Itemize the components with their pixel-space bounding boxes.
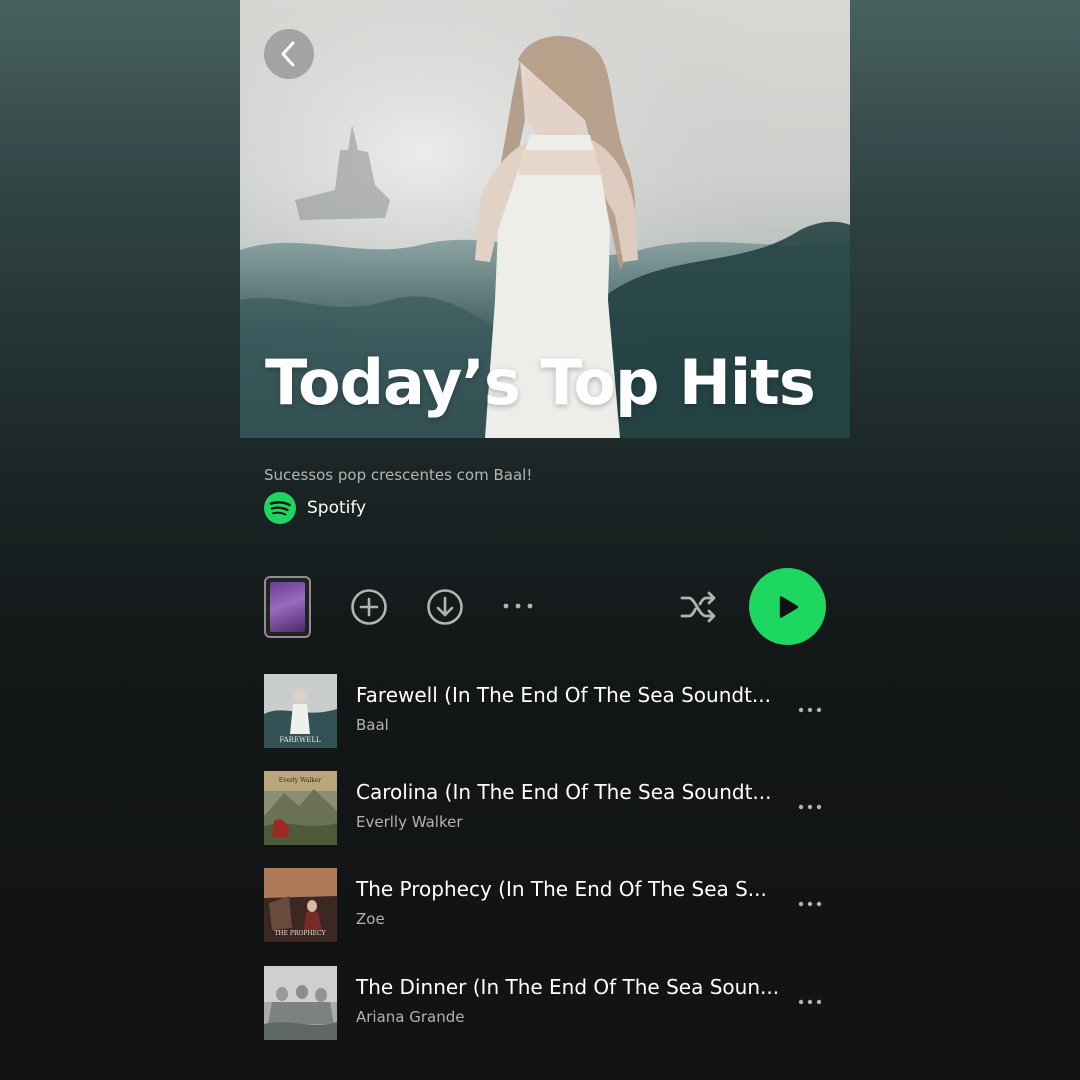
svg-text:THE PROPHECY: THE PROPHECY bbox=[274, 930, 326, 937]
track-more-button[interactable] bbox=[796, 994, 824, 1010]
plus-circle-icon bbox=[351, 589, 387, 625]
track-title: Carolina (In The End Of The Sea Soundt..… bbox=[356, 780, 772, 804]
playlist-description: Sucessos pop crescentes com Baal! bbox=[264, 466, 533, 484]
add-to-library-button[interactable] bbox=[350, 588, 388, 626]
track-more-button[interactable] bbox=[796, 896, 824, 912]
spotify-logo-icon bbox=[264, 492, 296, 524]
more-horizontal-icon bbox=[798, 901, 822, 907]
more-horizontal-icon bbox=[798, 999, 822, 1005]
playlist-more-button[interactable] bbox=[500, 596, 536, 616]
play-icon bbox=[779, 595, 798, 618]
track-title: The Dinner (In The End Of The Sea Soun..… bbox=[356, 975, 780, 999]
track-title: Farewell (In The End Of The Sea Soundt..… bbox=[356, 683, 771, 707]
track-more-button[interactable] bbox=[796, 702, 824, 718]
more-horizontal-icon bbox=[798, 804, 822, 810]
track-artwork: FAREWELL bbox=[264, 674, 337, 748]
track-row[interactable]: Everly Walker Carolina (In The End Of Th… bbox=[264, 771, 834, 845]
track-artist[interactable]: Baal bbox=[356, 716, 389, 734]
play-button[interactable] bbox=[749, 568, 826, 645]
back-button[interactable] bbox=[264, 29, 314, 79]
preview-thumbnail bbox=[270, 582, 305, 632]
playlist-owner[interactable]: Spotify bbox=[264, 492, 366, 524]
track-row[interactable]: The Dinner (In The End Of The Sea Soun..… bbox=[264, 966, 834, 1040]
owner-name: Spotify bbox=[307, 498, 367, 518]
track-row[interactable]: FAREWELL Farewell (In The End Of The Sea… bbox=[264, 674, 834, 748]
track-artwork bbox=[264, 966, 337, 1040]
chevron-left-icon bbox=[281, 41, 295, 67]
track-artist[interactable]: Zoe bbox=[356, 910, 385, 928]
download-circle-icon bbox=[427, 589, 463, 625]
track-artwork: Everly Walker bbox=[264, 771, 337, 845]
playlist-preview-button[interactable] bbox=[264, 576, 311, 638]
track-title: The Prophecy (In The End Of The Sea S... bbox=[356, 877, 767, 901]
shuffle-button[interactable] bbox=[678, 588, 720, 626]
playlist-title: Today’s Top Hits bbox=[265, 346, 816, 419]
shuffle-icon bbox=[680, 591, 716, 623]
track-artist[interactable]: Everlly Walker bbox=[356, 813, 463, 831]
download-button[interactable] bbox=[426, 588, 464, 626]
svg-text:FAREWELL: FAREWELL bbox=[279, 736, 321, 744]
track-artist[interactable]: Ariana Grande bbox=[356, 1008, 465, 1026]
more-horizontal-icon bbox=[798, 707, 822, 713]
svg-text:Everly Walker: Everly Walker bbox=[279, 777, 322, 784]
track-artwork: THE PROPHECY bbox=[264, 868, 337, 942]
track-more-button[interactable] bbox=[796, 799, 824, 815]
more-horizontal-icon bbox=[503, 603, 533, 609]
track-row[interactable]: THE PROPHECY The Prophecy (In The End Of… bbox=[264, 868, 834, 942]
